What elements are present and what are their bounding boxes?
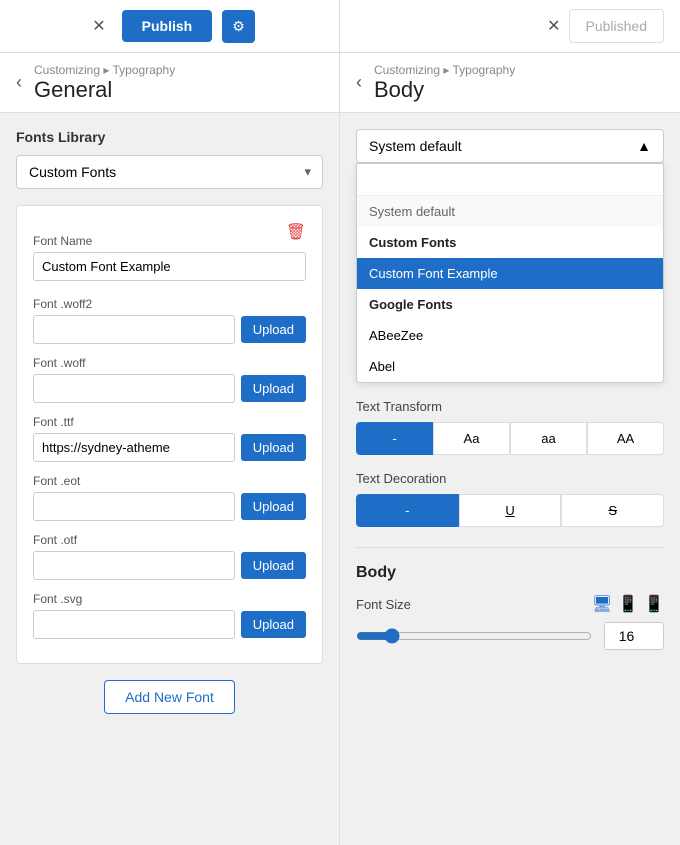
gear-button[interactable]: ⚙ <box>222 10 255 43</box>
close-right-button[interactable]: ✕ <box>539 12 568 40</box>
font-size-label: Font Size <box>356 597 411 612</box>
right-breadcrumb-text: Customizing ▸ Typography Body <box>374 62 515 103</box>
font-dropdown-trigger[interactable]: System default ▲ <box>356 129 664 163</box>
font-dropdown-value: System default <box>369 138 462 154</box>
deco-underline-button[interactable]: U <box>459 494 562 527</box>
delete-font-button[interactable]: 🗑 <box>286 222 306 242</box>
woff2-input[interactable] <box>33 315 235 344</box>
top-bar: ✕ Publish ⚙ ✕ Published <box>0 0 680 53</box>
font-dropdown-list: System default Custom Fonts Custom Font … <box>356 163 664 383</box>
left-breadcrumb-text: Customizing ▸ Typography General <box>34 62 175 103</box>
dropdown-item-abeezee[interactable]: ABeeZee <box>357 320 663 351</box>
right-page-title: Body <box>374 77 515 103</box>
add-new-font-button[interactable]: Add New Font <box>104 680 235 714</box>
font-dropdown-container: System default ▲ System default Custom F… <box>356 129 664 383</box>
text-transform-row: - Aa aa AA <box>356 422 664 455</box>
main-content: Fonts Library Custom Fonts ▾ 🗑 Font Name… <box>0 113 680 845</box>
dropdown-group-google-fonts: Google Fonts <box>357 289 663 320</box>
woff2-upload-button[interactable]: Upload <box>241 316 306 343</box>
right-breadcrumb: Customizing ▸ Typography <box>374 63 515 77</box>
otf-label: Font .otf <box>33 533 306 547</box>
device-icons: 🖥 📱 📱 <box>592 594 664 614</box>
ttf-upload-button[interactable]: Upload <box>241 434 306 461</box>
otf-input[interactable] <box>33 551 235 580</box>
fonts-library-dropdown-wrapper: Custom Fonts ▾ <box>16 155 323 189</box>
left-breadcrumb: Customizing ▸ Typography <box>34 63 175 77</box>
woff-label: Font .woff <box>33 356 306 370</box>
close-left-button[interactable]: ✕ <box>84 12 113 40</box>
mobile-icon[interactable]: 📱 <box>644 594 664 614</box>
breadcrumb-left: ‹ Customizing ▸ Typography General <box>0 53 340 112</box>
ttf-input[interactable] <box>33 433 235 462</box>
left-page-title: General <box>34 77 175 103</box>
back-right-button[interactable]: ‹ <box>356 72 362 93</box>
back-left-button[interactable]: ‹ <box>16 72 22 93</box>
body-section-title: Body <box>356 564 664 582</box>
font-name-label: Font Name <box>33 234 306 248</box>
font-size-slider[interactable] <box>356 628 592 644</box>
svg-label: Font .svg <box>33 592 306 606</box>
transform-none-button[interactable]: - <box>356 422 433 455</box>
eot-label: Font .eot <box>33 474 306 488</box>
woff-row: Upload <box>33 374 306 403</box>
ttf-row: Upload <box>33 433 306 462</box>
ttf-label: Font .ttf <box>33 415 306 429</box>
desktop-icon[interactable]: 🖥 <box>592 594 612 614</box>
transform-uppercase-button[interactable]: AA <box>587 422 664 455</box>
eot-upload-button[interactable]: Upload <box>241 493 306 520</box>
fonts-library-dropdown[interactable]: Custom Fonts <box>16 155 323 189</box>
font-size-input[interactable] <box>604 622 664 650</box>
font-name-input[interactable] <box>33 252 306 281</box>
font-card: 🗑 Font Name Font .woff2 Upload Font .wof… <box>16 205 323 664</box>
otf-upload-button[interactable]: Upload <box>241 552 306 579</box>
woff-input[interactable] <box>33 374 235 403</box>
text-decoration-label: Text Decoration <box>356 471 664 486</box>
svg-input[interactable] <box>33 610 235 639</box>
right-panel: System default ▲ System default Custom F… <box>340 113 680 845</box>
transform-lowercase-button[interactable]: aa <box>510 422 587 455</box>
top-bar-left: ✕ Publish ⚙ <box>0 0 340 52</box>
woff2-label: Font .woff2 <box>33 297 306 311</box>
top-bar-right: ✕ Published <box>340 0 680 52</box>
transform-capitalize-button[interactable]: Aa <box>433 422 510 455</box>
font-size-row: Font Size 🖥 📱 📱 <box>356 594 664 614</box>
dropdown-group-custom-fonts: Custom Fonts <box>357 227 663 258</box>
breadcrumb-row: ‹ Customizing ▸ Typography General ‹ Cus… <box>0 53 680 113</box>
deco-none-button[interactable]: - <box>356 494 459 527</box>
dropdown-item-system-default[interactable]: System default <box>357 196 663 227</box>
eot-input[interactable] <box>33 492 235 521</box>
deco-strikethrough-button[interactable]: S <box>561 494 664 527</box>
slider-row <box>356 622 664 650</box>
woff-upload-button[interactable]: Upload <box>241 375 306 402</box>
text-transform-label: Text Transform <box>356 399 664 414</box>
svg-upload-button[interactable]: Upload <box>241 611 306 638</box>
left-panel: Fonts Library Custom Fonts ▾ 🗑 Font Name… <box>0 113 340 845</box>
fonts-library-label: Fonts Library <box>16 129 323 145</box>
published-button: Published <box>569 9 665 43</box>
publish-button[interactable]: Publish <box>122 10 213 42</box>
font-dropdown-arrow-icon: ▲ <box>637 138 651 154</box>
tablet-icon[interactable]: 📱 <box>618 594 638 614</box>
font-search-input[interactable] <box>357 164 663 196</box>
body-section: Body Font Size 🖥 📱 📱 <box>356 547 664 650</box>
dropdown-item-custom-font-example[interactable]: Custom Font Example <box>357 258 663 289</box>
breadcrumb-right: ‹ Customizing ▸ Typography Body <box>340 53 680 112</box>
eot-row: Upload <box>33 492 306 521</box>
text-decoration-row: - U S <box>356 494 664 527</box>
otf-row: Upload <box>33 551 306 580</box>
svg-row: Upload <box>33 610 306 639</box>
woff2-row: Upload <box>33 315 306 344</box>
dropdown-item-abel[interactable]: Abel <box>357 351 663 382</box>
